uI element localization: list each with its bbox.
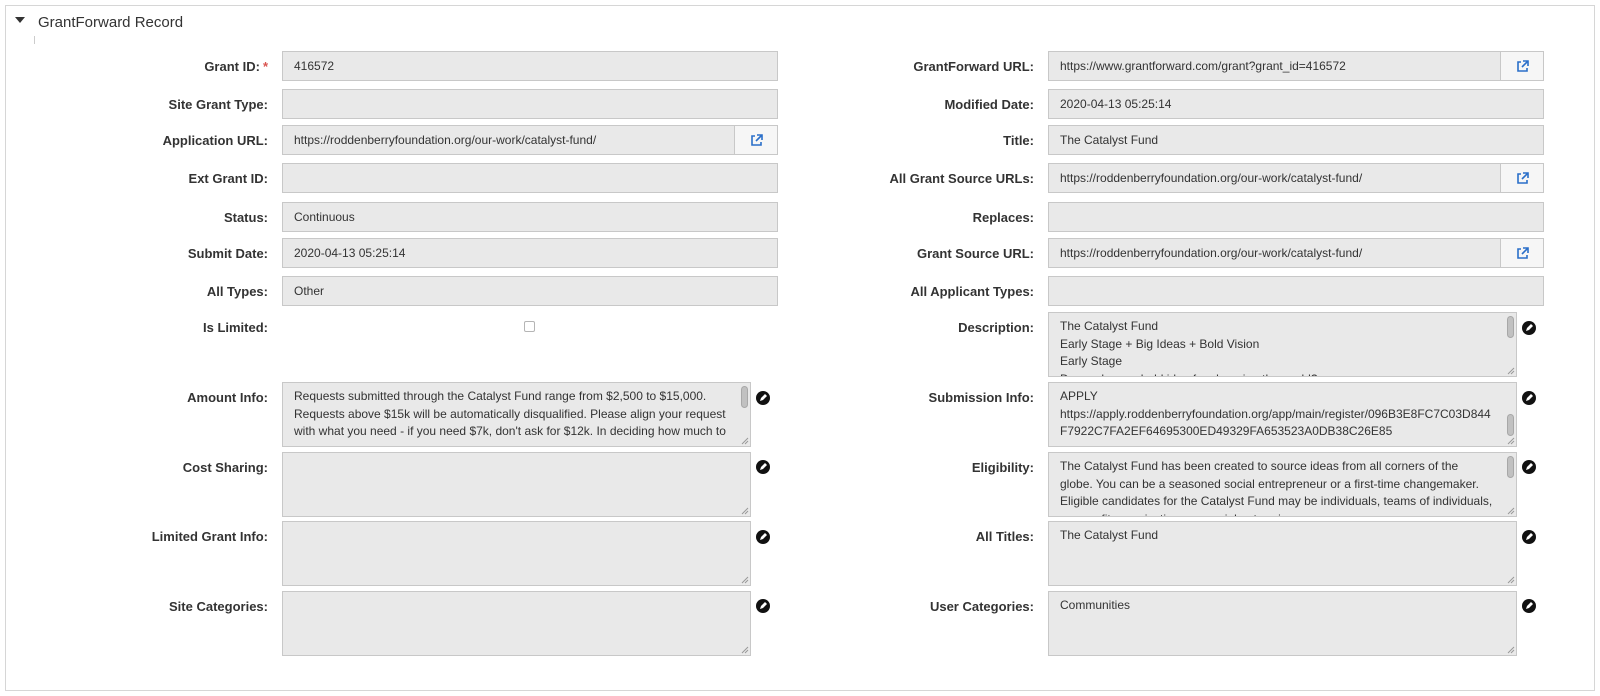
pencil-edit-icon [1526, 533, 1533, 540]
pencil-edit-icon [760, 533, 767, 540]
resize-grip-icon[interactable] [741, 437, 749, 445]
replaces-field[interactable] [1048, 202, 1544, 232]
all-grant-source-urls-field[interactable]: https://roddenberryfoundation.org/our-wo… [1048, 163, 1501, 193]
header-divider [34, 36, 35, 44]
is-limited-label: Is Limited: [202, 320, 268, 335]
cost-sharing-textarea[interactable] [282, 452, 751, 517]
user-categories-textarea[interactable]: Communities [1048, 591, 1517, 656]
grantforward-url-open-button[interactable] [1500, 51, 1544, 81]
scrollbar-thumb[interactable] [741, 386, 748, 408]
eligibility-label: Eligibility: [971, 460, 1034, 475]
scrollbar-thumb[interactable] [1507, 414, 1514, 436]
pencil-edit-icon [1526, 463, 1533, 470]
application-url-field[interactable]: https://roddenberryfoundation.org/our-wo… [282, 125, 735, 155]
user-categories-label: User Categories: [929, 599, 1034, 614]
amount-info-edit-button[interactable] [756, 391, 770, 405]
external-link-icon [1516, 171, 1529, 184]
modified-date-field[interactable]: 2020-04-13 05:25:14 [1048, 89, 1544, 119]
submission-info-edit-button[interactable] [1522, 391, 1536, 405]
replaces-label: Replaces: [972, 210, 1034, 225]
grant-source-url-open-button[interactable] [1500, 238, 1544, 268]
all-grant-source-urls-open-button[interactable] [1500, 163, 1544, 193]
all-applicant-types-label: All Applicant Types: [910, 284, 1034, 299]
description-label: Description: [958, 320, 1034, 335]
grant-id-label: Grant ID: * [204, 59, 268, 74]
required-marker: * [262, 59, 268, 74]
all-titles-text: The Catalyst Fund [1060, 528, 1159, 542]
site-categories-label: Site Categories: [169, 599, 268, 614]
submit-date-field[interactable]: 2020-04-13 05:25:14 [282, 238, 778, 268]
modified-date-label: Modified Date: [944, 97, 1034, 112]
pencil-edit-icon [1526, 602, 1533, 609]
amount-info-text: Requests submitted through the Catalyst … [294, 389, 726, 438]
resize-grip-icon[interactable] [1507, 437, 1515, 445]
grant-source-url-label: Grant Source URL: [916, 246, 1034, 261]
all-titles-textarea[interactable]: The Catalyst Fund [1048, 521, 1517, 586]
eligibility-text: The Catalyst Fund has been created to so… [1060, 459, 1493, 516]
site-categories-textarea[interactable] [282, 591, 751, 656]
scrollbar-thumb[interactable] [1507, 456, 1514, 478]
cost-sharing-edit-button[interactable] [756, 460, 770, 474]
external-link-icon [1516, 59, 1529, 72]
submission-info-label: Submission Info: [928, 390, 1034, 405]
is-limited-checkbox[interactable] [524, 321, 535, 332]
description-text: The Catalyst Fund Early Stage + Big Idea… [1060, 319, 1318, 376]
application-url-label: Application URL: [162, 133, 268, 148]
limited-grant-info-edit-button[interactable] [756, 530, 770, 544]
resize-grip-icon[interactable] [1507, 646, 1515, 654]
all-titles-edit-button[interactable] [1522, 530, 1536, 544]
caret-down-icon[interactable] [15, 17, 25, 23]
grant-id-field[interactable]: 416572 [282, 51, 778, 81]
grantforward-url-field[interactable]: https://www.grantforward.com/grant?grant… [1048, 51, 1501, 81]
pencil-edit-icon [1526, 324, 1533, 331]
all-applicant-types-field[interactable] [1048, 276, 1544, 306]
all-grant-source-urls-label: All Grant Source URLs: [889, 171, 1034, 186]
status-label: Status: [223, 210, 268, 225]
ext-grant-id-label: Ext Grant ID: [188, 171, 268, 186]
resize-grip-icon[interactable] [741, 646, 749, 654]
resize-grip-icon[interactable] [741, 507, 749, 515]
resize-grip-icon[interactable] [1507, 576, 1515, 584]
title-field[interactable]: The Catalyst Fund [1048, 125, 1544, 155]
amount-info-textarea[interactable]: Requests submitted through the Catalyst … [282, 382, 751, 447]
scrollbar-thumb[interactable] [1507, 316, 1514, 338]
user-categories-text: Communities [1060, 598, 1131, 612]
cost-sharing-label: Cost Sharing: [182, 460, 268, 475]
resize-grip-icon[interactable] [741, 576, 749, 584]
status-field[interactable]: Continuous [282, 202, 778, 232]
grantforward-url-label: GrantForward URL: [913, 59, 1034, 74]
resize-grip-icon[interactable] [1507, 507, 1515, 515]
external-link-icon [1516, 246, 1529, 259]
resize-grip-icon[interactable] [1507, 367, 1515, 375]
submission-info-text: APPLY https://apply.roddenberryfoundatio… [1060, 389, 1491, 438]
section-title[interactable]: GrantForward Record [38, 14, 183, 31]
description-edit-button[interactable] [1522, 321, 1536, 335]
amount-info-label: Amount Info: [187, 390, 268, 405]
pencil-edit-icon [1526, 394, 1533, 401]
eligibility-edit-button[interactable] [1522, 460, 1536, 474]
submission-info-textarea[interactable]: APPLY https://apply.roddenberryfoundatio… [1048, 382, 1517, 447]
site-grant-type-field[interactable] [282, 89, 778, 119]
site-grant-type-label: Site Grant Type: [168, 97, 268, 112]
ext-grant-id-field[interactable] [282, 163, 778, 193]
site-categories-edit-button[interactable] [756, 599, 770, 613]
grant-source-url-field[interactable]: https://roddenberryfoundation.org/our-wo… [1048, 238, 1501, 268]
submit-date-label: Submit Date: [187, 246, 268, 261]
application-url-open-button[interactable] [734, 125, 778, 155]
external-link-icon [750, 133, 763, 146]
user-categories-edit-button[interactable] [1522, 599, 1536, 613]
all-types-label: All Types: [206, 284, 268, 299]
limited-grant-info-label: Limited Grant Info: [151, 529, 268, 544]
eligibility-textarea[interactable]: The Catalyst Fund has been created to so… [1048, 452, 1517, 517]
limited-grant-info-textarea[interactable] [282, 521, 751, 586]
title-label: Title: [1003, 133, 1034, 148]
all-titles-label: All Titles: [975, 529, 1034, 544]
pencil-edit-icon [760, 463, 767, 470]
all-types-field[interactable]: Other [282, 276, 778, 306]
pencil-edit-icon [760, 394, 767, 401]
pencil-edit-icon [760, 602, 767, 609]
description-textarea[interactable]: The Catalyst Fund Early Stage + Big Idea… [1048, 312, 1517, 377]
